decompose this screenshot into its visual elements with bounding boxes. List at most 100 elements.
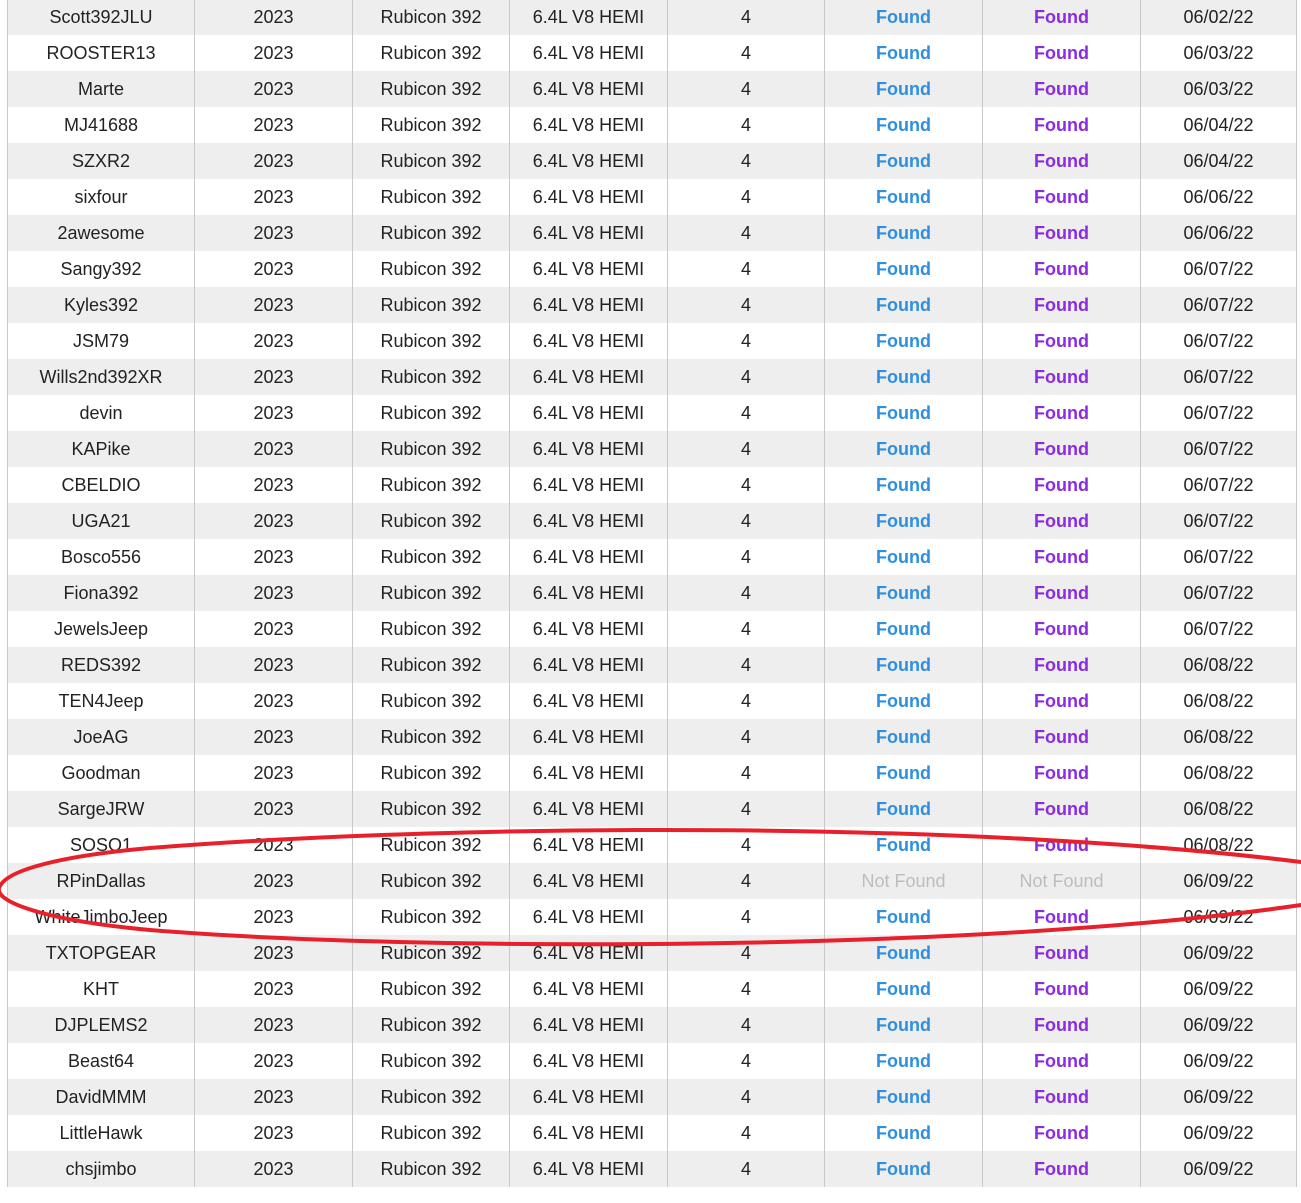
cell-doors: 4 bbox=[667, 791, 825, 827]
cell-status-b: Found bbox=[982, 395, 1141, 431]
cell-status-b: Found bbox=[982, 359, 1141, 395]
table-row: Goodman 2023 Rubicon 392 6.4L V8 HEMI 4 Found… bbox=[7, 755, 1297, 791]
cell-doors: 4 bbox=[667, 971, 825, 1007]
cell-date: 06/09/22 bbox=[1140, 1115, 1297, 1151]
cell-model: Rubicon 392 bbox=[352, 1151, 510, 1187]
table-row: SargeJRW 2023 Rubicon 392 6.4L V8 HEMI 4 Foun… bbox=[7, 791, 1297, 827]
cell-status-b: Found bbox=[982, 647, 1141, 683]
cell-status-b: Found bbox=[982, 431, 1141, 467]
cell-model: Rubicon 392 bbox=[352, 35, 510, 71]
cell-date: 06/07/22 bbox=[1140, 539, 1297, 575]
cell-year: 2023 bbox=[194, 0, 353, 35]
cell-username: DJPLEMS2 bbox=[7, 1007, 195, 1043]
cell-model: Rubicon 392 bbox=[352, 215, 510, 251]
cell-status-b: Found bbox=[982, 827, 1141, 863]
cell-model: Rubicon 392 bbox=[352, 0, 510, 35]
cell-status-b: Found bbox=[982, 251, 1141, 287]
table-row: SOSO1 2023 Rubicon 392 6.4L V8 HEMI 4 Found Fo… bbox=[7, 827, 1297, 863]
cell-status-b: Found bbox=[982, 323, 1141, 359]
cell-engine: 6.4L V8 HEMI bbox=[509, 71, 668, 107]
table-row: 2awesome 2023 Rubicon 392 6.4L V8 HEMI 4 Foun… bbox=[7, 215, 1297, 251]
cell-username: Beast64 bbox=[7, 1043, 195, 1079]
cell-year: 2023 bbox=[194, 179, 353, 215]
cell-status-b: Found bbox=[982, 287, 1141, 323]
cell-status-b: Not Found bbox=[982, 863, 1141, 899]
cell-username: Goodman bbox=[7, 755, 195, 791]
cell-model: Rubicon 392 bbox=[352, 719, 510, 755]
table-row: JewelsJeep 2023 Rubicon 392 6.4L V8 HEMI 4 Fo… bbox=[7, 611, 1297, 647]
cell-username: Kyles392 bbox=[7, 287, 195, 323]
cell-year: 2023 bbox=[194, 71, 353, 107]
cell-status-b: Found bbox=[982, 575, 1141, 611]
cell-doors: 4 bbox=[667, 719, 825, 755]
cell-model: Rubicon 392 bbox=[352, 539, 510, 575]
cell-username: WhiteJimboJeep bbox=[7, 899, 195, 935]
cell-year: 2023 bbox=[194, 611, 353, 647]
cell-status-b: Found bbox=[982, 611, 1141, 647]
table-row: Sangy392 2023 Rubicon 392 6.4L V8 HEMI 4 Foun… bbox=[7, 251, 1297, 287]
cell-date: 06/04/22 bbox=[1140, 107, 1297, 143]
cell-doors: 4 bbox=[667, 1151, 825, 1187]
cell-date: 06/07/22 bbox=[1140, 287, 1297, 323]
cell-doors: 4 bbox=[667, 35, 825, 71]
cell-model: Rubicon 392 bbox=[352, 863, 510, 899]
table-row: Wills2nd392XR 2023 Rubicon 392 6.4L V8 HEMI… bbox=[7, 359, 1297, 395]
table-row: CBELDIO 2023 Rubicon 392 6.4L V8 HEMI 4 Found… bbox=[7, 467, 1297, 503]
cell-year: 2023 bbox=[194, 863, 353, 899]
cell-engine: 6.4L V8 HEMI bbox=[509, 1079, 668, 1115]
cell-doors: 4 bbox=[667, 1115, 825, 1151]
cell-model: Rubicon 392 bbox=[352, 935, 510, 971]
cell-status-a: Found bbox=[824, 755, 983, 791]
table-row: Scott392JLU 2023 Rubicon 392 6.4L V8 HEMI 4 F… bbox=[7, 0, 1297, 35]
screenshot-root: Scott392JLU 2023 Rubicon 392 6.4L V8 HEMI 4 F… bbox=[0, 0, 1301, 1203]
cell-username: LittleHawk bbox=[7, 1115, 195, 1151]
cell-date: 06/03/22 bbox=[1140, 35, 1297, 71]
cell-status-b: Found bbox=[982, 467, 1141, 503]
cell-date: 06/07/22 bbox=[1140, 575, 1297, 611]
cell-model: Rubicon 392 bbox=[352, 1007, 510, 1043]
table-row: Marte 2023 Rubicon 392 6.4L V8 HEMI 4 Found Fo… bbox=[7, 71, 1297, 107]
cell-date: 06/02/22 bbox=[1140, 0, 1297, 35]
cell-year: 2023 bbox=[194, 215, 353, 251]
cell-engine: 6.4L V8 HEMI bbox=[509, 35, 668, 71]
cell-date: 06/07/22 bbox=[1140, 467, 1297, 503]
cell-status-b: Found bbox=[982, 539, 1141, 575]
cell-status-b: Found bbox=[982, 1115, 1141, 1151]
cell-doors: 4 bbox=[667, 755, 825, 791]
table-row: Kyles392 2023 Rubicon 392 6.4L V8 HEMI 4 Foun… bbox=[7, 287, 1297, 323]
table-row: ROOSTER13 2023 Rubicon 392 6.4L V8 HEMI 4 Fou… bbox=[7, 35, 1297, 71]
table-row: RPinDallas 2023 Rubicon 392 6.4L V8 HEMI 4 No… bbox=[7, 863, 1297, 899]
cell-date: 06/06/22 bbox=[1140, 179, 1297, 215]
cell-year: 2023 bbox=[194, 143, 353, 179]
cell-date: 06/07/22 bbox=[1140, 611, 1297, 647]
cell-engine: 6.4L V8 HEMI bbox=[509, 215, 668, 251]
cell-engine: 6.4L V8 HEMI bbox=[509, 827, 668, 863]
table-row: LittleHawk 2023 Rubicon 392 6.4L V8 HEMI 4 Fo… bbox=[7, 1115, 1297, 1151]
cell-username: RPinDallas bbox=[7, 863, 195, 899]
cell-status-a: Found bbox=[824, 179, 983, 215]
cell-status-a: Found bbox=[824, 431, 983, 467]
cell-doors: 4 bbox=[667, 935, 825, 971]
cell-model: Rubicon 392 bbox=[352, 611, 510, 647]
cell-status-a: Found bbox=[824, 899, 983, 935]
cell-status-b: Found bbox=[982, 683, 1141, 719]
cell-username: chsjimbo bbox=[7, 1151, 195, 1187]
cell-status-b: Found bbox=[982, 719, 1141, 755]
cell-status-a: Found bbox=[824, 251, 983, 287]
cell-username: TXTOPGEAR bbox=[7, 935, 195, 971]
cell-date: 06/09/22 bbox=[1140, 1079, 1297, 1115]
cell-doors: 4 bbox=[667, 1043, 825, 1079]
cell-status-b: Found bbox=[982, 971, 1141, 1007]
cell-year: 2023 bbox=[194, 899, 353, 935]
cell-year: 2023 bbox=[194, 251, 353, 287]
cell-status-a: Found bbox=[824, 1043, 983, 1079]
cell-engine: 6.4L V8 HEMI bbox=[509, 0, 668, 35]
cell-engine: 6.4L V8 HEMI bbox=[509, 899, 668, 935]
cell-username: JewelsJeep bbox=[7, 611, 195, 647]
cell-year: 2023 bbox=[194, 467, 353, 503]
cell-model: Rubicon 392 bbox=[352, 827, 510, 863]
cell-username: sixfour bbox=[7, 179, 195, 215]
cell-engine: 6.4L V8 HEMI bbox=[509, 359, 668, 395]
cell-date: 06/07/22 bbox=[1140, 323, 1297, 359]
order-tracker-table: Scott392JLU 2023 Rubicon 392 6.4L V8 HEMI 4 F… bbox=[7, 0, 1297, 1187]
